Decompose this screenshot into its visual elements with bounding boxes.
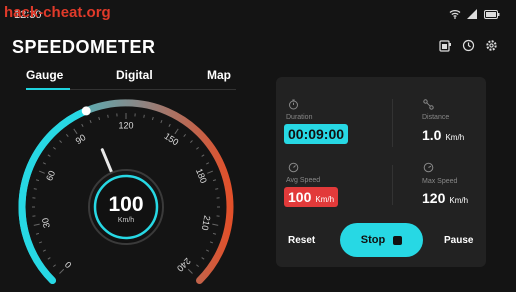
distance-label: Distance: [422, 114, 450, 121]
gauge-tick-label: 180: [194, 167, 209, 185]
stopwatch-icon: [289, 99, 298, 110]
gauge-tick: [53, 146, 56, 150]
gauge-tick: [212, 223, 219, 226]
max-speed-value: 120 Km/h: [422, 190, 468, 206]
gauge-tick-label: 0: [63, 259, 74, 270]
gauge-tick: [206, 162, 210, 165]
gauge-tick: [98, 116, 101, 121]
max-speed-icon: [423, 162, 434, 173]
stop-square-icon: [393, 235, 403, 245]
gauge-tick: [42, 249, 46, 252]
gauge-tick: [143, 114, 145, 118]
max-speed-number: 120: [422, 190, 446, 206]
gauge-tick: [212, 179, 217, 182]
gauge-tick: [201, 154, 205, 157]
gauge-tick: [38, 241, 43, 244]
gauge-tick: [73, 128, 78, 135]
battery-status-icon: [484, 9, 500, 19]
settings-icon[interactable]: [485, 39, 498, 52]
avg-speed-label: Avg Speed: [286, 177, 321, 184]
avg-speed-icon: [288, 162, 299, 173]
gauge-tick: [187, 268, 193, 274]
tab-gauge[interactable]: Gauge: [26, 68, 63, 82]
gauge-tick: [59, 140, 63, 144]
stop-label: Stop: [360, 234, 386, 246]
gauge-tick: [81, 123, 84, 127]
avg-speed-number: 100: [288, 189, 312, 205]
gauge-tick: [212, 232, 217, 235]
duration-label: Duration: [286, 114, 313, 121]
gauge-tick: [215, 188, 219, 190]
gauge-tick: [189, 140, 193, 144]
gauge-tick: [196, 146, 199, 150]
watermark: hack-cheat.org: [4, 4, 111, 21]
gauge-tick: [42, 162, 46, 165]
duration-value: 00:09:00: [284, 124, 349, 144]
gauge-tick: [160, 119, 163, 124]
gauge-tick: [209, 241, 214, 244]
speed-unit: Km/h: [118, 217, 134, 224]
gauge-tick: [65, 134, 69, 137]
gauge-tick-label: 120: [118, 120, 133, 130]
gauge-tick: [47, 257, 51, 260]
history-icon[interactable]: [462, 39, 475, 52]
tab-digital[interactable]: Digital: [116, 68, 153, 82]
gauge-tick: [107, 114, 109, 118]
gauge-tick: [47, 154, 51, 157]
gauge-tick: [38, 170, 45, 174]
wifi-icon: [449, 10, 461, 19]
gauge-tick: [174, 128, 179, 135]
tab-active-indicator: [26, 88, 70, 90]
signal-icon: [467, 9, 477, 19]
battery-icon[interactable]: [439, 39, 452, 52]
gauge-tick: [183, 134, 187, 137]
gauge-tick: [59, 268, 65, 274]
tab-map[interactable]: Map: [207, 68, 231, 82]
tab-bar: Gauge Digital Map: [26, 68, 236, 92]
gauge-tick: [206, 249, 210, 252]
distance-value: 1.0 Km/h: [422, 127, 464, 143]
avg-speed-value: 100 Km/h: [284, 187, 339, 207]
gauge-tick: [33, 223, 40, 226]
speed-gauge: 0306090120150180210240 100 Km/h: [18, 99, 234, 284]
gauge-tick: [89, 119, 92, 124]
gauge-tick-label: 30: [40, 217, 52, 229]
gauge-tick: [33, 188, 37, 190]
gauge-tick-label: 150: [162, 131, 180, 148]
pause-button[interactable]: Pause: [444, 235, 473, 246]
reset-button[interactable]: Reset: [288, 235, 315, 246]
stats-divider-top: [392, 99, 393, 147]
gauge-tick: [207, 170, 214, 174]
gauge-tick: [201, 257, 205, 260]
gauge-tick-label: 90: [74, 132, 88, 146]
max-speed-label: Max Speed: [422, 178, 458, 185]
gauge-tick: [196, 264, 199, 268]
avg-speed-unit: Km/h: [315, 195, 335, 204]
gauge-tick: [53, 264, 56, 268]
gauge-tick: [151, 116, 154, 121]
trip-stats-panel: Duration 00:09:00 Distance 1.0 Km/h Avg S…: [276, 77, 486, 267]
gauge-needle-tip: [81, 106, 91, 116]
gauge-tick: [168, 123, 171, 127]
distance-number: 1.0: [422, 127, 442, 143]
stats-divider-bottom: [392, 165, 393, 205]
gauge-tick: [35, 179, 40, 182]
page-title: SPEEDOMETER: [12, 37, 156, 57]
gauge-tick-label: 210: [200, 215, 213, 232]
route-icon: [423, 99, 434, 110]
gauge-tick: [35, 232, 40, 235]
max-speed-unit: Km/h: [449, 196, 469, 205]
gauge-tick-label: 60: [44, 169, 57, 182]
speed-readout: 100: [108, 193, 143, 216]
stop-button[interactable]: Stop: [340, 223, 423, 257]
distance-unit: Km/h: [445, 133, 465, 142]
